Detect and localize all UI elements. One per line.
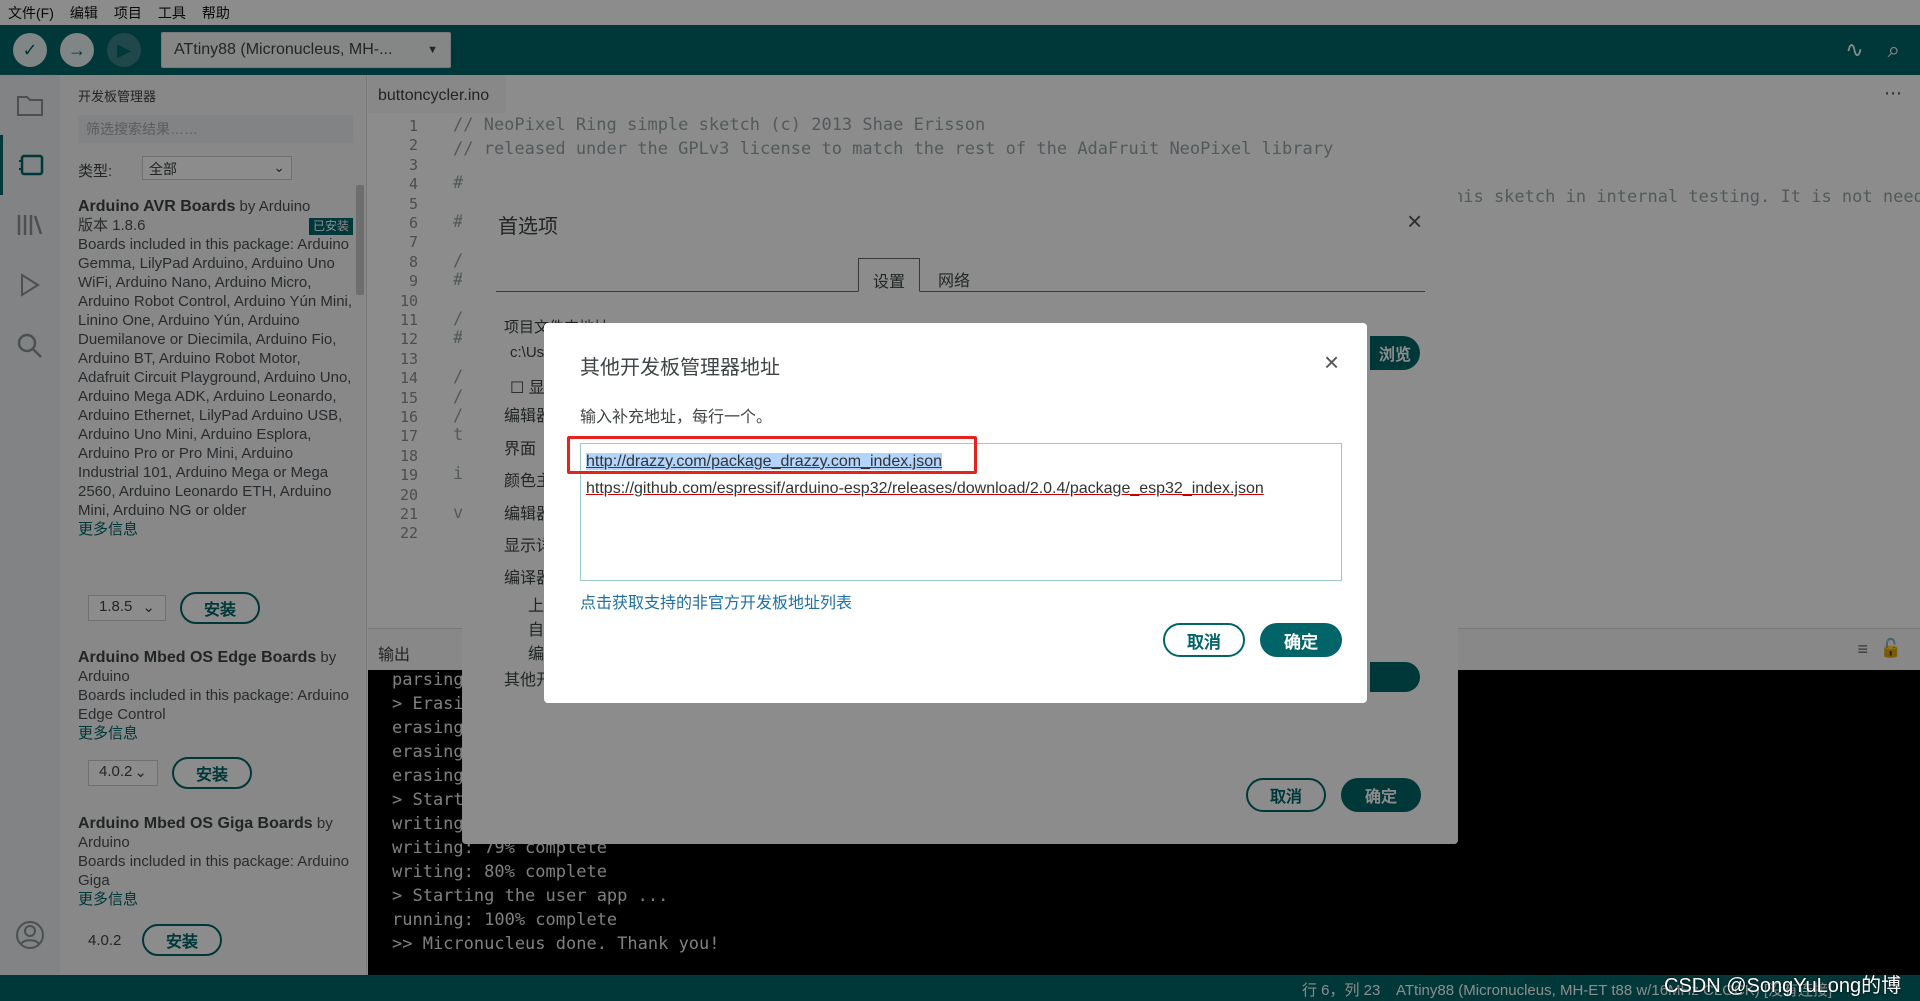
additional-urls-dialog: 其他开发板管理器地址 × 输入补充地址，每行一个。 http://drazzy.…	[544, 323, 1367, 703]
watermark: CSDN @SongYuLong的博客	[1664, 975, 1902, 997]
urls-dialog-title: 其他开发板管理器地址	[580, 357, 780, 379]
urls-cancel-button[interactable]: 取消	[1163, 623, 1245, 657]
urls-ok-button[interactable]: 确定	[1260, 623, 1342, 657]
url-line: https://github.com/espressif/arduino-esp…	[586, 480, 1264, 497]
urls-description: 输入补充地址，每行一个。	[580, 409, 773, 426]
unofficial-boards-link[interactable]: 点击获取支持的非官方开发板地址列表	[580, 589, 852, 613]
close-icon[interactable]: ×	[1324, 349, 1339, 375]
annotation-highlight-box	[567, 436, 977, 474]
